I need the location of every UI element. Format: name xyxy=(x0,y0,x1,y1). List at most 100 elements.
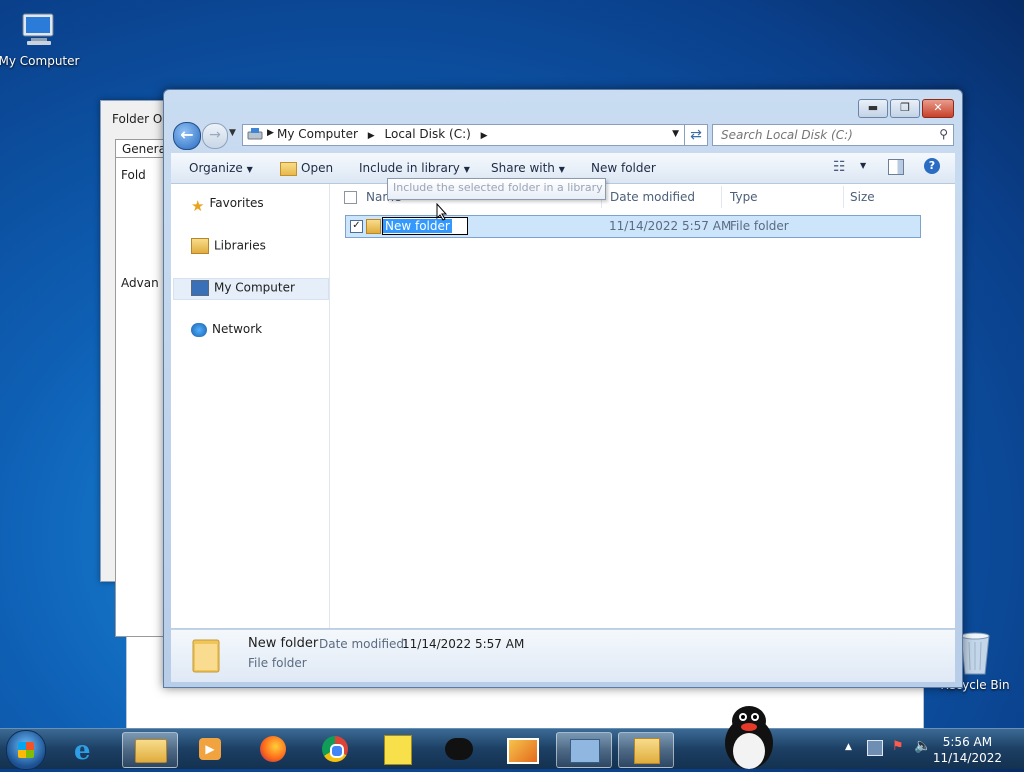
recent-pages-dropdown-icon[interactable]: ▼ xyxy=(229,128,236,138)
folder-icon xyxy=(366,219,381,234)
nav-item-favorites[interactable]: ★ Favorites xyxy=(191,196,264,215)
folder-icon xyxy=(135,739,167,763)
minimize-button[interactable]: ▬ xyxy=(858,99,888,118)
refresh-button[interactable]: ⇄ xyxy=(684,124,708,146)
details-name: New folder xyxy=(248,636,319,651)
chevron-down-icon: ▼ xyxy=(558,165,565,174)
share-with-button[interactable]: Share with ▼ xyxy=(491,161,565,175)
row-date: 11/14/2022 5:57 AM xyxy=(609,219,732,233)
preview-pane-icon[interactable] xyxy=(888,159,904,175)
taskbar-spongebob[interactable] xyxy=(370,732,424,766)
computer-icon xyxy=(191,280,209,296)
maximize-button[interactable]: ❐ xyxy=(890,99,920,118)
control-panel-icon xyxy=(570,739,600,763)
folder-options-icon xyxy=(634,738,660,764)
media-player-icon: ▶ xyxy=(199,738,221,760)
star-icon: ★ xyxy=(191,196,205,215)
file-list: Name Date modified Type Size ✓ New folde… xyxy=(331,184,955,628)
back-button[interactable]: ← xyxy=(173,122,201,150)
table-row[interactable]: ✓ New folder 11/14/2022 5:57 AM File fol… xyxy=(345,215,921,238)
pingu-desktop-figure xyxy=(722,705,776,769)
network-tray-icon[interactable] xyxy=(867,740,883,756)
close-button[interactable]: ✕ xyxy=(922,99,954,118)
drive-icon xyxy=(247,127,263,141)
breadcrumb-separator-icon: ▶ xyxy=(267,128,274,138)
column-separator[interactable] xyxy=(843,186,844,208)
volume-icon[interactable]: 🔈 xyxy=(914,738,931,754)
internet-explorer-icon: e xyxy=(74,736,91,766)
chevron-down-icon: ▼ xyxy=(246,165,253,174)
network-icon xyxy=(191,322,207,337)
taskbar-firefox[interactable] xyxy=(246,732,300,766)
spongebob-icon xyxy=(384,735,412,765)
folder-icon xyxy=(191,636,221,674)
column-separator[interactable] xyxy=(721,186,722,208)
folder-views-label: Fold xyxy=(121,168,146,182)
explorer-window[interactable]: ▬ ❐ ✕ ← → ▼ ▶ My Computer ▶ Local Disk (… xyxy=(163,89,963,688)
help-icon[interactable]: ? xyxy=(924,158,940,174)
views-dropdown-icon[interactable]: ▼ xyxy=(860,161,866,170)
breadcrumb-separator-icon: ▶ xyxy=(480,131,488,141)
include-in-library-button[interactable]: Include in library ▼ xyxy=(359,161,470,175)
windows-logo-icon xyxy=(18,742,34,758)
row-checkbox[interactable]: ✓ xyxy=(350,220,363,233)
nav-item-libraries[interactable]: Libraries xyxy=(191,238,266,254)
tooltip: Include the selected folder in a library xyxy=(387,178,606,200)
chevron-down-icon: ▼ xyxy=(463,165,470,174)
taskbar-chrome[interactable] xyxy=(308,732,362,766)
address-dropdown-icon[interactable]: ▼ xyxy=(672,129,679,139)
details-date-value: 11/14/2022 5:57 AM xyxy=(402,637,525,651)
clock[interactable]: 5:56 AM 11/14/2022 xyxy=(933,734,1002,766)
views-icon[interactable]: ☷ xyxy=(833,159,846,175)
organize-button[interactable]: Organize ▼ xyxy=(189,161,253,175)
nav-item-my-computer[interactable]: My Computer xyxy=(191,280,295,296)
taskbar: e ▶ ▲ ⚑ 🔈 5:56 AM 11/14/2022 xyxy=(0,706,1024,770)
desktop-icon-my-computer[interactable]: My Computer xyxy=(0,8,82,68)
photo-viewer-icon xyxy=(507,738,539,764)
forward-arrow-icon: → xyxy=(209,127,221,143)
mouse-cursor-icon xyxy=(436,202,448,224)
navigation-pane: ★ Favorites Libraries My Computer Network xyxy=(171,184,330,628)
library-icon xyxy=(191,238,209,254)
chrome-center-icon xyxy=(330,744,344,758)
details-type: File folder xyxy=(248,656,307,670)
details-date-label: Date modified: xyxy=(319,637,409,651)
pingu-icon xyxy=(445,738,473,760)
open-button[interactable]: Open xyxy=(280,161,333,176)
show-hidden-icons-icon[interactable]: ▲ xyxy=(845,742,852,752)
rename-field[interactable]: New folder xyxy=(382,217,468,235)
select-all-checkbox[interactable] xyxy=(344,191,357,204)
row-type: File folder xyxy=(730,219,789,233)
address-bar[interactable]: ▶ My Computer ▶ Local Disk (C:) ▶ ▼ xyxy=(242,124,686,146)
advanced-settings-label: Advan xyxy=(121,276,159,290)
taskbar-media-player[interactable]: ▶ xyxy=(184,732,238,766)
taskbar-folder-options[interactable] xyxy=(618,732,674,768)
taskbar-explorer[interactable] xyxy=(122,732,178,768)
search-input[interactable] xyxy=(719,125,923,145)
new-folder-button[interactable]: New folder xyxy=(591,161,656,175)
nav-item-network[interactable]: Network xyxy=(191,322,262,337)
taskbar-pingu[interactable] xyxy=(432,732,486,766)
search-box[interactable]: ⚲ xyxy=(712,124,954,146)
action-center-icon[interactable]: ⚑ xyxy=(892,739,904,754)
folder-options-dialog[interactable]: Folder Op General Fold Advan xyxy=(100,100,183,637)
taskbar-internet-explorer[interactable]: e xyxy=(62,732,116,766)
clock-time: 5:56 AM xyxy=(942,735,993,749)
details-pane: New folder Date modified: 11/14/2022 5:5… xyxy=(171,629,955,682)
taskbar-photo-viewer[interactable] xyxy=(494,732,548,766)
breadcrumb-local-disk[interactable]: Local Disk (C:) xyxy=(385,127,471,141)
forward-button[interactable]: → xyxy=(202,123,228,149)
breadcrumb-my-computer[interactable]: My Computer xyxy=(277,127,358,141)
folder-icon xyxy=(280,161,297,176)
breadcrumb: My Computer ▶ Local Disk (C:) ▶ xyxy=(277,127,488,141)
column-header-date[interactable]: Date modified xyxy=(610,190,695,204)
column-header-type[interactable]: Type xyxy=(730,190,758,204)
taskbar-control-panel[interactable] xyxy=(556,732,612,768)
desktop-icon-label: My Computer xyxy=(0,54,80,68)
start-button[interactable] xyxy=(6,730,46,770)
search-icon[interactable]: ⚲ xyxy=(939,127,948,141)
dialog-title: Folder Op xyxy=(112,112,170,126)
back-arrow-icon: ← xyxy=(180,125,194,144)
content-area: ★ Favorites Libraries My Computer Network… xyxy=(171,184,955,628)
column-header-size[interactable]: Size xyxy=(850,190,875,204)
